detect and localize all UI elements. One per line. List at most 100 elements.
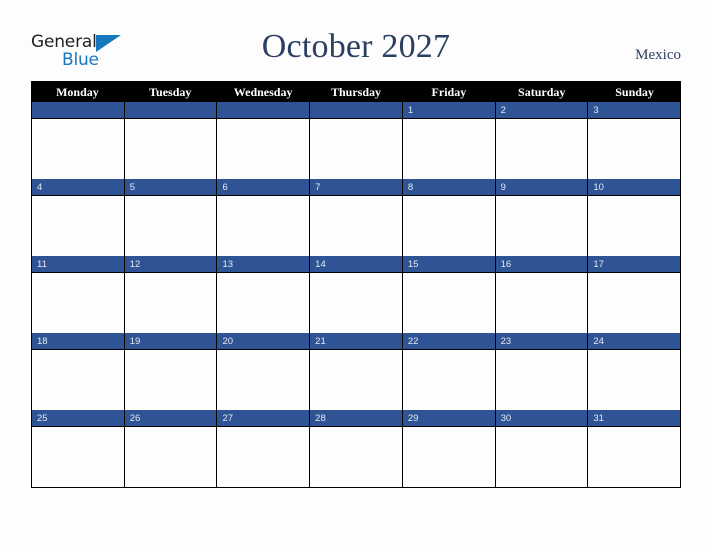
day-cell[interactable]: 23	[495, 333, 589, 410]
day-cell[interactable]: 12	[124, 256, 218, 333]
day-number-band: 2	[495, 102, 588, 119]
day-cell[interactable]: 15	[402, 256, 496, 333]
day-note-area[interactable]	[217, 427, 310, 487]
day-number-band	[124, 102, 217, 119]
day-cell[interactable]: 10	[588, 179, 682, 256]
day-note-area[interactable]	[588, 350, 681, 410]
day-cell[interactable]: 25	[32, 410, 125, 487]
day-note-area[interactable]	[310, 273, 402, 333]
day-note-area[interactable]	[402, 350, 495, 410]
day-number-band: 17	[588, 256, 681, 273]
weekday-header-sunday: Sunday	[615, 84, 654, 99]
day-note-area[interactable]	[495, 119, 588, 179]
day-number-band: 25	[32, 410, 124, 427]
week-row: 18 19 20 21 22 23 24	[31, 333, 682, 410]
week-row: 11 12 13 14 15 16 17	[31, 256, 682, 333]
day-note-area[interactable]	[495, 196, 588, 256]
day-note-area[interactable]	[124, 350, 217, 410]
day-number: 19	[129, 335, 141, 347]
day-note-area[interactable]	[32, 350, 124, 410]
day-cell[interactable]	[217, 102, 311, 179]
day-cell[interactable]: 1	[402, 102, 496, 179]
day-cell[interactable]: 30	[495, 410, 589, 487]
day-cell[interactable]: 27	[217, 410, 311, 487]
day-note-area[interactable]	[217, 273, 310, 333]
day-cell[interactable]: 2	[495, 102, 589, 179]
day-note-area[interactable]	[588, 427, 681, 487]
day-note-area[interactable]	[124, 196, 217, 256]
day-number: 29	[407, 412, 419, 424]
day-note-area[interactable]	[32, 119, 124, 179]
day-cell[interactable]: 18	[32, 333, 125, 410]
day-note-area[interactable]	[310, 350, 402, 410]
day-cell[interactable]: 24	[588, 333, 682, 410]
day-cell[interactable]: 31	[588, 410, 682, 487]
day-number: 6	[222, 181, 228, 193]
day-cell[interactable]: 5	[124, 179, 218, 256]
day-cell[interactable]: 21	[310, 333, 403, 410]
day-note-area[interactable]	[588, 273, 681, 333]
weekday-header-wednesday: Wednesday	[233, 84, 293, 99]
day-cell[interactable]: 13	[217, 256, 311, 333]
day-number: 5	[129, 181, 136, 193]
day-note-area[interactable]	[124, 427, 217, 487]
day-cell[interactable]: 4	[32, 179, 125, 256]
day-note-area[interactable]	[495, 350, 588, 410]
day-note-area[interactable]	[402, 196, 495, 256]
day-note-area[interactable]	[402, 427, 495, 487]
day-number: 2	[500, 104, 506, 116]
day-cell[interactable]: 28	[310, 410, 403, 487]
day-cell[interactable]: 19	[124, 333, 218, 410]
day-cell[interactable]	[310, 102, 403, 179]
weekday-header-friday: Friday	[431, 84, 467, 99]
day-number: 26	[129, 412, 141, 424]
day-note-area[interactable]	[32, 196, 124, 256]
day-note-area[interactable]	[588, 196, 681, 256]
day-note-area[interactable]	[217, 119, 310, 179]
day-number-band: 20	[217, 333, 310, 350]
day-note-area[interactable]	[217, 196, 310, 256]
day-cell[interactable]: 26	[124, 410, 218, 487]
day-note-area[interactable]	[495, 273, 588, 333]
day-cell[interactable]	[124, 102, 218, 179]
day-cell[interactable]: 17	[588, 256, 682, 333]
day-note-area[interactable]	[588, 119, 681, 179]
day-cell[interactable]: 7	[310, 179, 403, 256]
day-number: 17	[593, 258, 604, 270]
day-cell[interactable]: 14	[310, 256, 403, 333]
day-note-area[interactable]	[310, 119, 402, 179]
day-number-band: 22	[402, 333, 495, 350]
day-cell[interactable]: 29	[402, 410, 496, 487]
day-cell[interactable]: 9	[495, 179, 589, 256]
day-cell[interactable]: 6	[217, 179, 311, 256]
weekday-header-tuesday: Tuesday	[149, 84, 192, 99]
day-note-area[interactable]	[402, 119, 495, 179]
day-cell[interactable]: 16	[495, 256, 589, 333]
day-number-band: 3	[588, 102, 681, 119]
day-cell[interactable]: 22	[402, 333, 496, 410]
day-note-area[interactable]	[402, 273, 495, 333]
day-number-band: 29	[402, 410, 495, 427]
day-number-band: 24	[588, 333, 681, 350]
day-note-area[interactable]	[124, 273, 217, 333]
day-note-area[interactable]	[32, 273, 124, 333]
day-number-band: 16	[495, 256, 588, 273]
day-note-area[interactable]	[310, 427, 402, 487]
day-note-area[interactable]	[32, 427, 124, 487]
day-cell[interactable]	[32, 102, 125, 179]
day-number-band: 18	[32, 333, 124, 350]
day-number: 13	[222, 258, 234, 270]
day-note-area[interactable]	[217, 350, 310, 410]
day-cell[interactable]: 8	[402, 179, 496, 256]
day-number-band: 10	[588, 179, 681, 196]
day-cell[interactable]: 20	[217, 333, 311, 410]
day-note-area[interactable]	[124, 119, 217, 179]
day-number: 20	[222, 335, 234, 347]
day-number: 10	[593, 181, 604, 193]
day-cell[interactable]: 11	[32, 256, 125, 333]
day-number-band: 31	[588, 410, 681, 427]
day-number: 14	[315, 258, 326, 270]
day-note-area[interactable]	[495, 427, 588, 487]
day-cell[interactable]: 3	[588, 102, 682, 179]
day-note-area[interactable]	[310, 196, 402, 256]
